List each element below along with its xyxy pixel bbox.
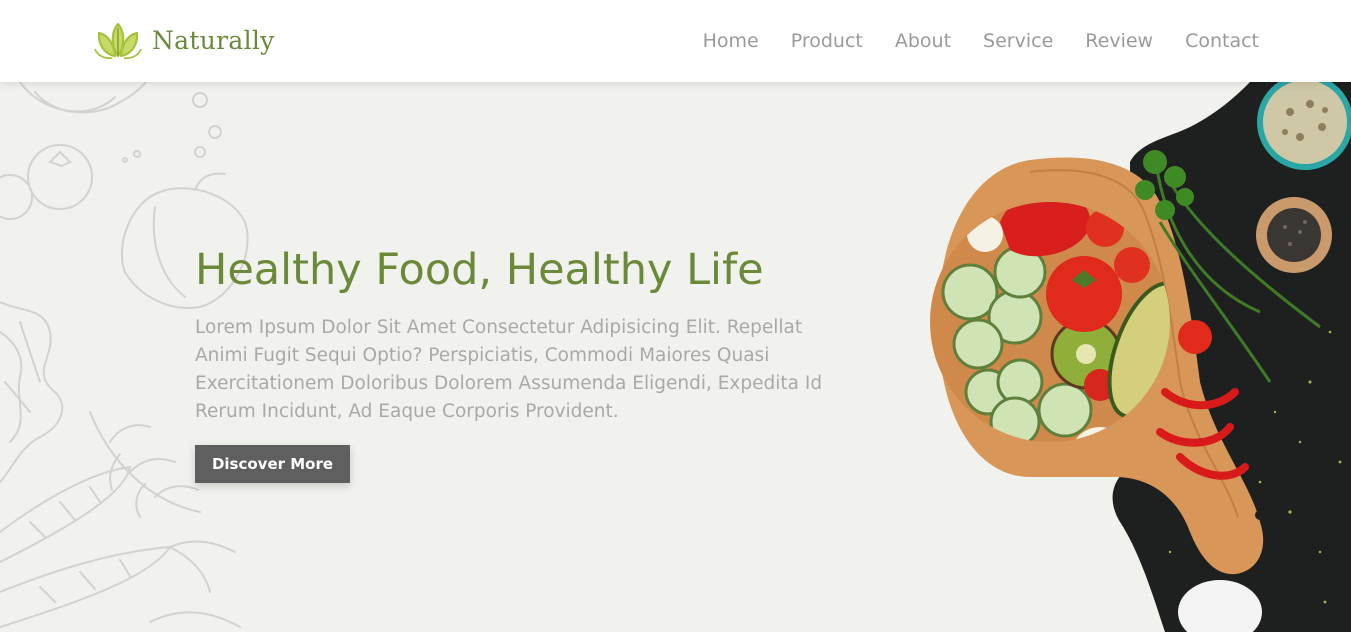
logo[interactable]: Naturally bbox=[94, 18, 275, 62]
nav-home[interactable]: Home bbox=[703, 30, 759, 52]
discover-more-button[interactable]: Discover More bbox=[195, 445, 350, 483]
hero-description: Lorem Ipsum Dolor Sit Amet Consectetur A… bbox=[195, 317, 823, 422]
leaf-lotus-icon bbox=[94, 22, 142, 60]
hero-section: Healthy Food, Healthy Life Lorem Ipsum D… bbox=[0, 82, 1351, 632]
navbar: Naturally Home Product About Service Rev… bbox=[0, 0, 1351, 82]
hero-title: Healthy Food, Healthy Life bbox=[195, 245, 764, 295]
brand-name: Naturally bbox=[152, 25, 275, 55]
vegetables-cutting-board-photo bbox=[930, 82, 1351, 632]
main-nav: Home Product About Service Review Contac… bbox=[703, 0, 1259, 82]
nav-service[interactable]: Service bbox=[983, 30, 1053, 52]
nav-product[interactable]: Product bbox=[791, 30, 863, 52]
nav-about[interactable]: About bbox=[895, 30, 951, 52]
nav-review[interactable]: Review bbox=[1085, 30, 1153, 52]
nav-contact[interactable]: Contact bbox=[1185, 30, 1259, 52]
